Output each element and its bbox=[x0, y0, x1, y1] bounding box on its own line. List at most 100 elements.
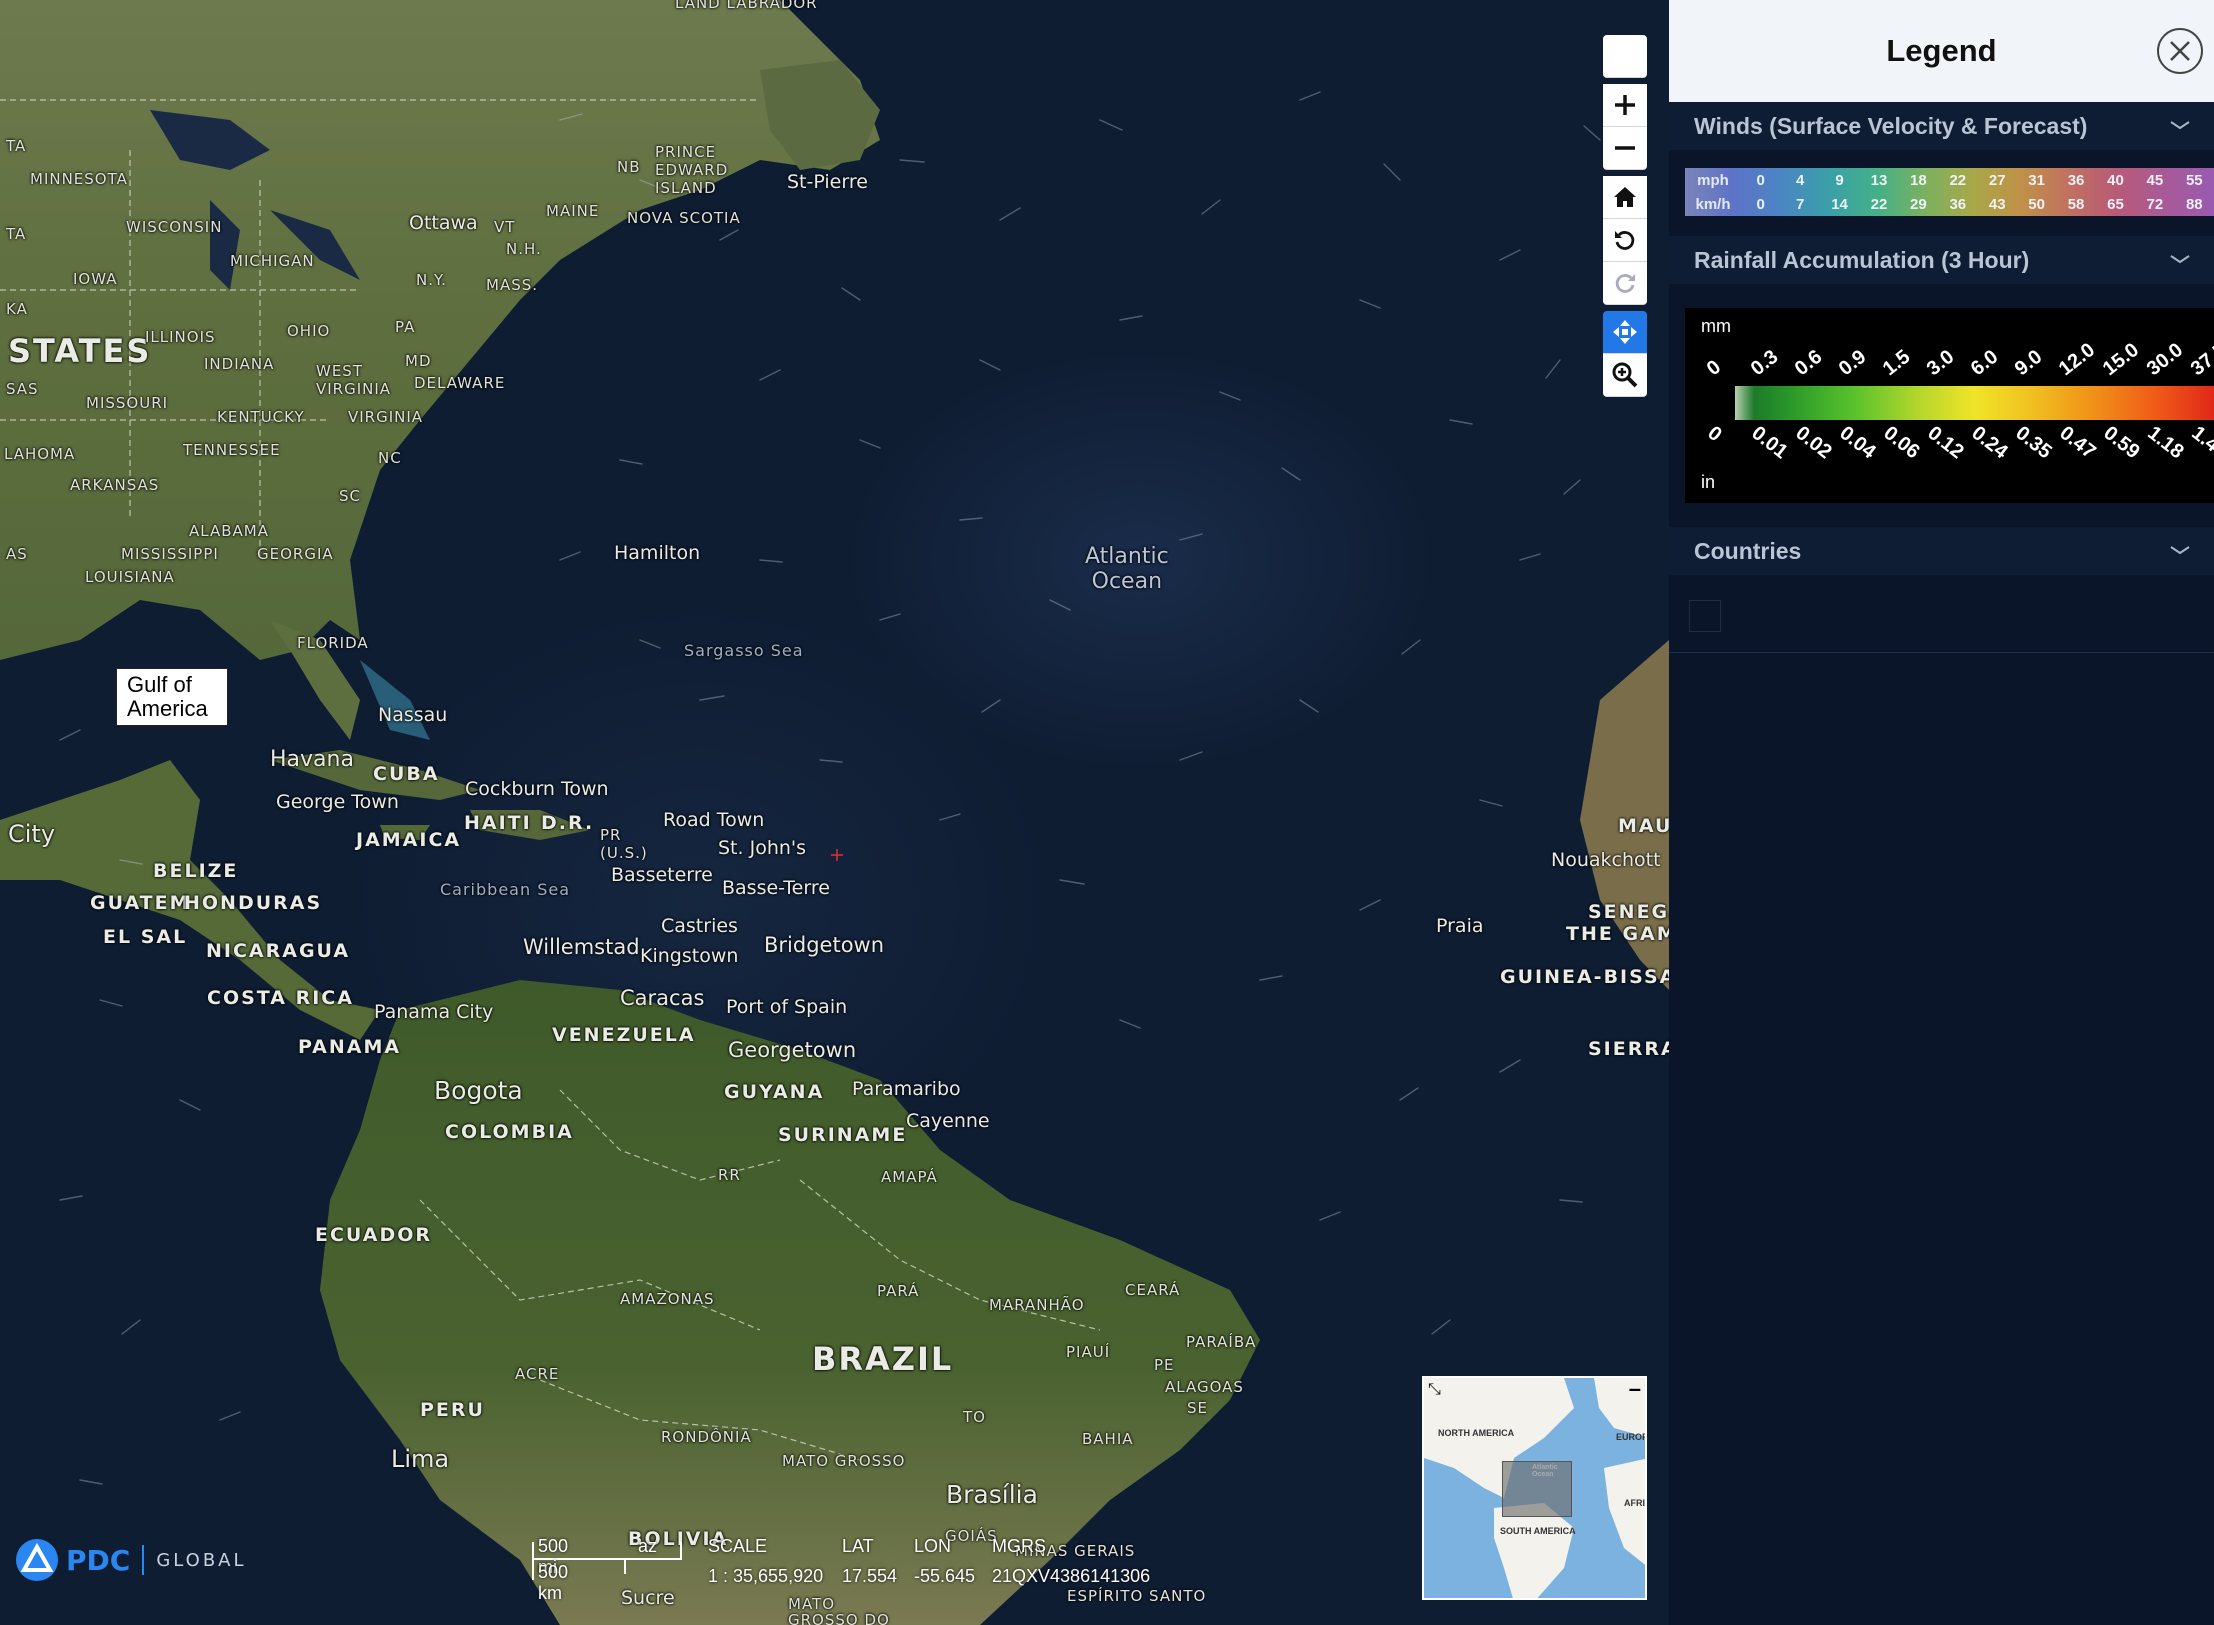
pan-tool-button[interactable] bbox=[1603, 311, 1647, 354]
map-label-st-johns: St. John's bbox=[718, 837, 807, 859]
readout-scale-label: SCALE bbox=[708, 1536, 768, 1556]
map-label-nassau: Nassau bbox=[378, 704, 448, 726]
readout-lon-value: -55.645 bbox=[914, 1566, 976, 1586]
map-label-maine: MAINE bbox=[546, 202, 600, 220]
map-label-basse-terre: Basse-Terre bbox=[722, 877, 830, 899]
chevron-down-icon bbox=[2170, 255, 2190, 264]
map-label-missouri: MISSOURI bbox=[86, 394, 169, 412]
map-label-hamilton: Hamilton bbox=[614, 542, 701, 564]
map-label-pei: PRINCE EDWARD ISLAND bbox=[655, 143, 729, 197]
wind-value-mph: 4 bbox=[1795, 171, 1805, 189]
rain-tick-mm: 3.0 bbox=[1922, 345, 1959, 381]
map-label-sierra: SIERRA bbox=[1588, 1038, 1669, 1060]
rain-tick-in: 0.35 bbox=[2011, 422, 2056, 464]
map-label-port-of-spain: Port of Spain bbox=[726, 996, 848, 1018]
wind-value-mph: 36 bbox=[2067, 171, 2085, 189]
map-label-nh: N.H. bbox=[506, 240, 542, 258]
map-label-wisconsin: WISCONSIN bbox=[126, 218, 223, 236]
map-label-labrador: LAND LABRADOR bbox=[675, 0, 818, 12]
rotate-left-button[interactable] bbox=[1603, 219, 1647, 262]
home-button[interactable] bbox=[1603, 176, 1647, 219]
rain-tick-in: 0.47 bbox=[2055, 422, 2100, 464]
scale-km: 500 km bbox=[538, 1562, 569, 1603]
section-winds-header[interactable]: Winds (Surface Velocity & Forecast) bbox=[1669, 102, 2214, 150]
map-label-maranhao: MARANHÃO bbox=[989, 1296, 1085, 1314]
map-label-goias: GOIÁS bbox=[945, 1527, 998, 1545]
map-label-honduras: HONDURAS bbox=[184, 892, 323, 914]
rainfall-color-ramp bbox=[1735, 386, 2214, 420]
rain-tick-in: 0.04 bbox=[1835, 422, 1880, 464]
rain-tick-mm: 1.5 bbox=[1878, 345, 1915, 381]
blank-tool-button[interactable] bbox=[1603, 35, 1647, 78]
rain-tick-mm: 0.3 bbox=[1746, 345, 1783, 381]
map-label-minnesota: MINNESOTA bbox=[30, 170, 128, 188]
section-rainfall-header[interactable]: Rainfall Accumulation (3 Hour) bbox=[1669, 236, 2214, 284]
map-label-amapa: AMAPÁ bbox=[881, 1168, 938, 1186]
logo-suffix: GLOBAL bbox=[156, 1549, 247, 1571]
map-label-bridgetown: Bridgetown bbox=[764, 933, 885, 957]
map-label-georgia: GEORGIA bbox=[257, 545, 334, 563]
readout-mgrs-value: 21QXV4386141306 bbox=[992, 1566, 1151, 1586]
map-label-md: MD bbox=[405, 352, 432, 370]
chevron-down-icon bbox=[2170, 121, 2190, 130]
map-label-cuba: CUBA bbox=[373, 763, 440, 785]
zoom-out-button[interactable] bbox=[1603, 127, 1647, 170]
gulf-of-america-callout: Gulf of America bbox=[116, 668, 228, 726]
map-label-ecuador: ECUADOR bbox=[315, 1224, 433, 1246]
rain-tick-in: 0.01 bbox=[1747, 422, 1792, 464]
map-label-nb: NB bbox=[617, 158, 641, 176]
map-label-panama-city: Panama City bbox=[374, 1001, 494, 1023]
rain-tick-mm: 9.0 bbox=[2010, 345, 2047, 381]
legend-header: Legend bbox=[1669, 0, 2214, 102]
map-toolbar bbox=[1603, 35, 1647, 397]
section-countries-header[interactable]: Countries bbox=[1669, 527, 2214, 575]
callout-line-2: America bbox=[127, 696, 208, 721]
legend-divider bbox=[1669, 652, 2214, 653]
map-label-arkansas: ARKANSAS bbox=[70, 476, 160, 494]
minimap-expand-icon[interactable]: ⤡ bbox=[1428, 1381, 1441, 1399]
map-label-peru: PERU bbox=[420, 1399, 485, 1421]
pdc-logo-icon bbox=[16, 1539, 58, 1581]
rotate-right-icon bbox=[1615, 274, 1635, 293]
rain-tick-in: 1.18 bbox=[2143, 422, 2188, 464]
map-view[interactable]: STATES BRAZIL MINNESOTA WISCONSIN MICHIG… bbox=[0, 0, 1669, 1625]
map-label-havana: Havana bbox=[270, 747, 354, 772]
map-label-nova-scotia: NOVA SCOTIA bbox=[627, 209, 741, 227]
map-label-kingstown: Kingstown bbox=[640, 945, 739, 967]
rain-tick-in: 0 bbox=[1703, 422, 1726, 447]
rotate-right-button[interactable] bbox=[1603, 262, 1647, 305]
overview-minimap[interactable]: ⤡ – NORTH AMERICA SOUTH AMERICA EUROP AF… bbox=[1422, 1376, 1647, 1600]
map-label-bahia: BAHIA bbox=[1082, 1430, 1134, 1448]
map-label-dr: D.R. bbox=[541, 812, 595, 834]
map-label-willemstad: Willemstad bbox=[523, 935, 640, 959]
map-label-jamaica: JAMAICA bbox=[356, 829, 462, 851]
map-label-pe: PE bbox=[1154, 1356, 1175, 1374]
map-label-iowa: IOWA bbox=[73, 270, 118, 288]
map-label-guinea-bissau: GUINEA-BISSAU bbox=[1500, 966, 1669, 988]
bahamas-shallows bbox=[360, 660, 430, 740]
zoom-box-button[interactable] bbox=[1603, 354, 1647, 397]
minimap-collapse-icon[interactable]: – bbox=[1629, 1378, 1641, 1400]
map-label-ka: KA bbox=[6, 300, 28, 318]
map-label-haiti: HAITI bbox=[464, 812, 532, 834]
readout-az-label: az bbox=[638, 1536, 658, 1556]
map-label-praia: Praia bbox=[1436, 915, 1484, 937]
rain-tick-in: 1.48 bbox=[2187, 422, 2214, 464]
legend-panel: Legend Winds (Surface Velocity & Forecas… bbox=[1669, 0, 2214, 1625]
magnifier-plus-icon bbox=[1612, 362, 1638, 388]
readout-mgrs-label: MGRS bbox=[992, 1536, 1046, 1556]
map-label-vt: VT bbox=[494, 218, 516, 236]
map-label-michigan: MICHIGAN bbox=[230, 252, 315, 270]
map-label-ny: N.Y. bbox=[416, 271, 447, 289]
map-label-paraiba: PARAÍBA bbox=[1186, 1333, 1257, 1351]
wind-value-mph: 0 bbox=[1756, 171, 1765, 189]
rain-tick-mm: 30.0 bbox=[2142, 338, 2188, 381]
map-label-venezuela: VENEZUELA bbox=[552, 1024, 696, 1046]
ocean-label-line-2: Ocean bbox=[1091, 569, 1163, 594]
zoom-in-button[interactable] bbox=[1603, 84, 1647, 127]
wind-value-kmh: 0 bbox=[1756, 195, 1765, 213]
map-label-pa: PA bbox=[395, 318, 416, 336]
legend-close-button[interactable] bbox=[2157, 28, 2203, 74]
map-label-sargasso-sea: Sargasso Sea bbox=[684, 641, 804, 660]
section-countries-title: Countries bbox=[1694, 537, 1802, 564]
